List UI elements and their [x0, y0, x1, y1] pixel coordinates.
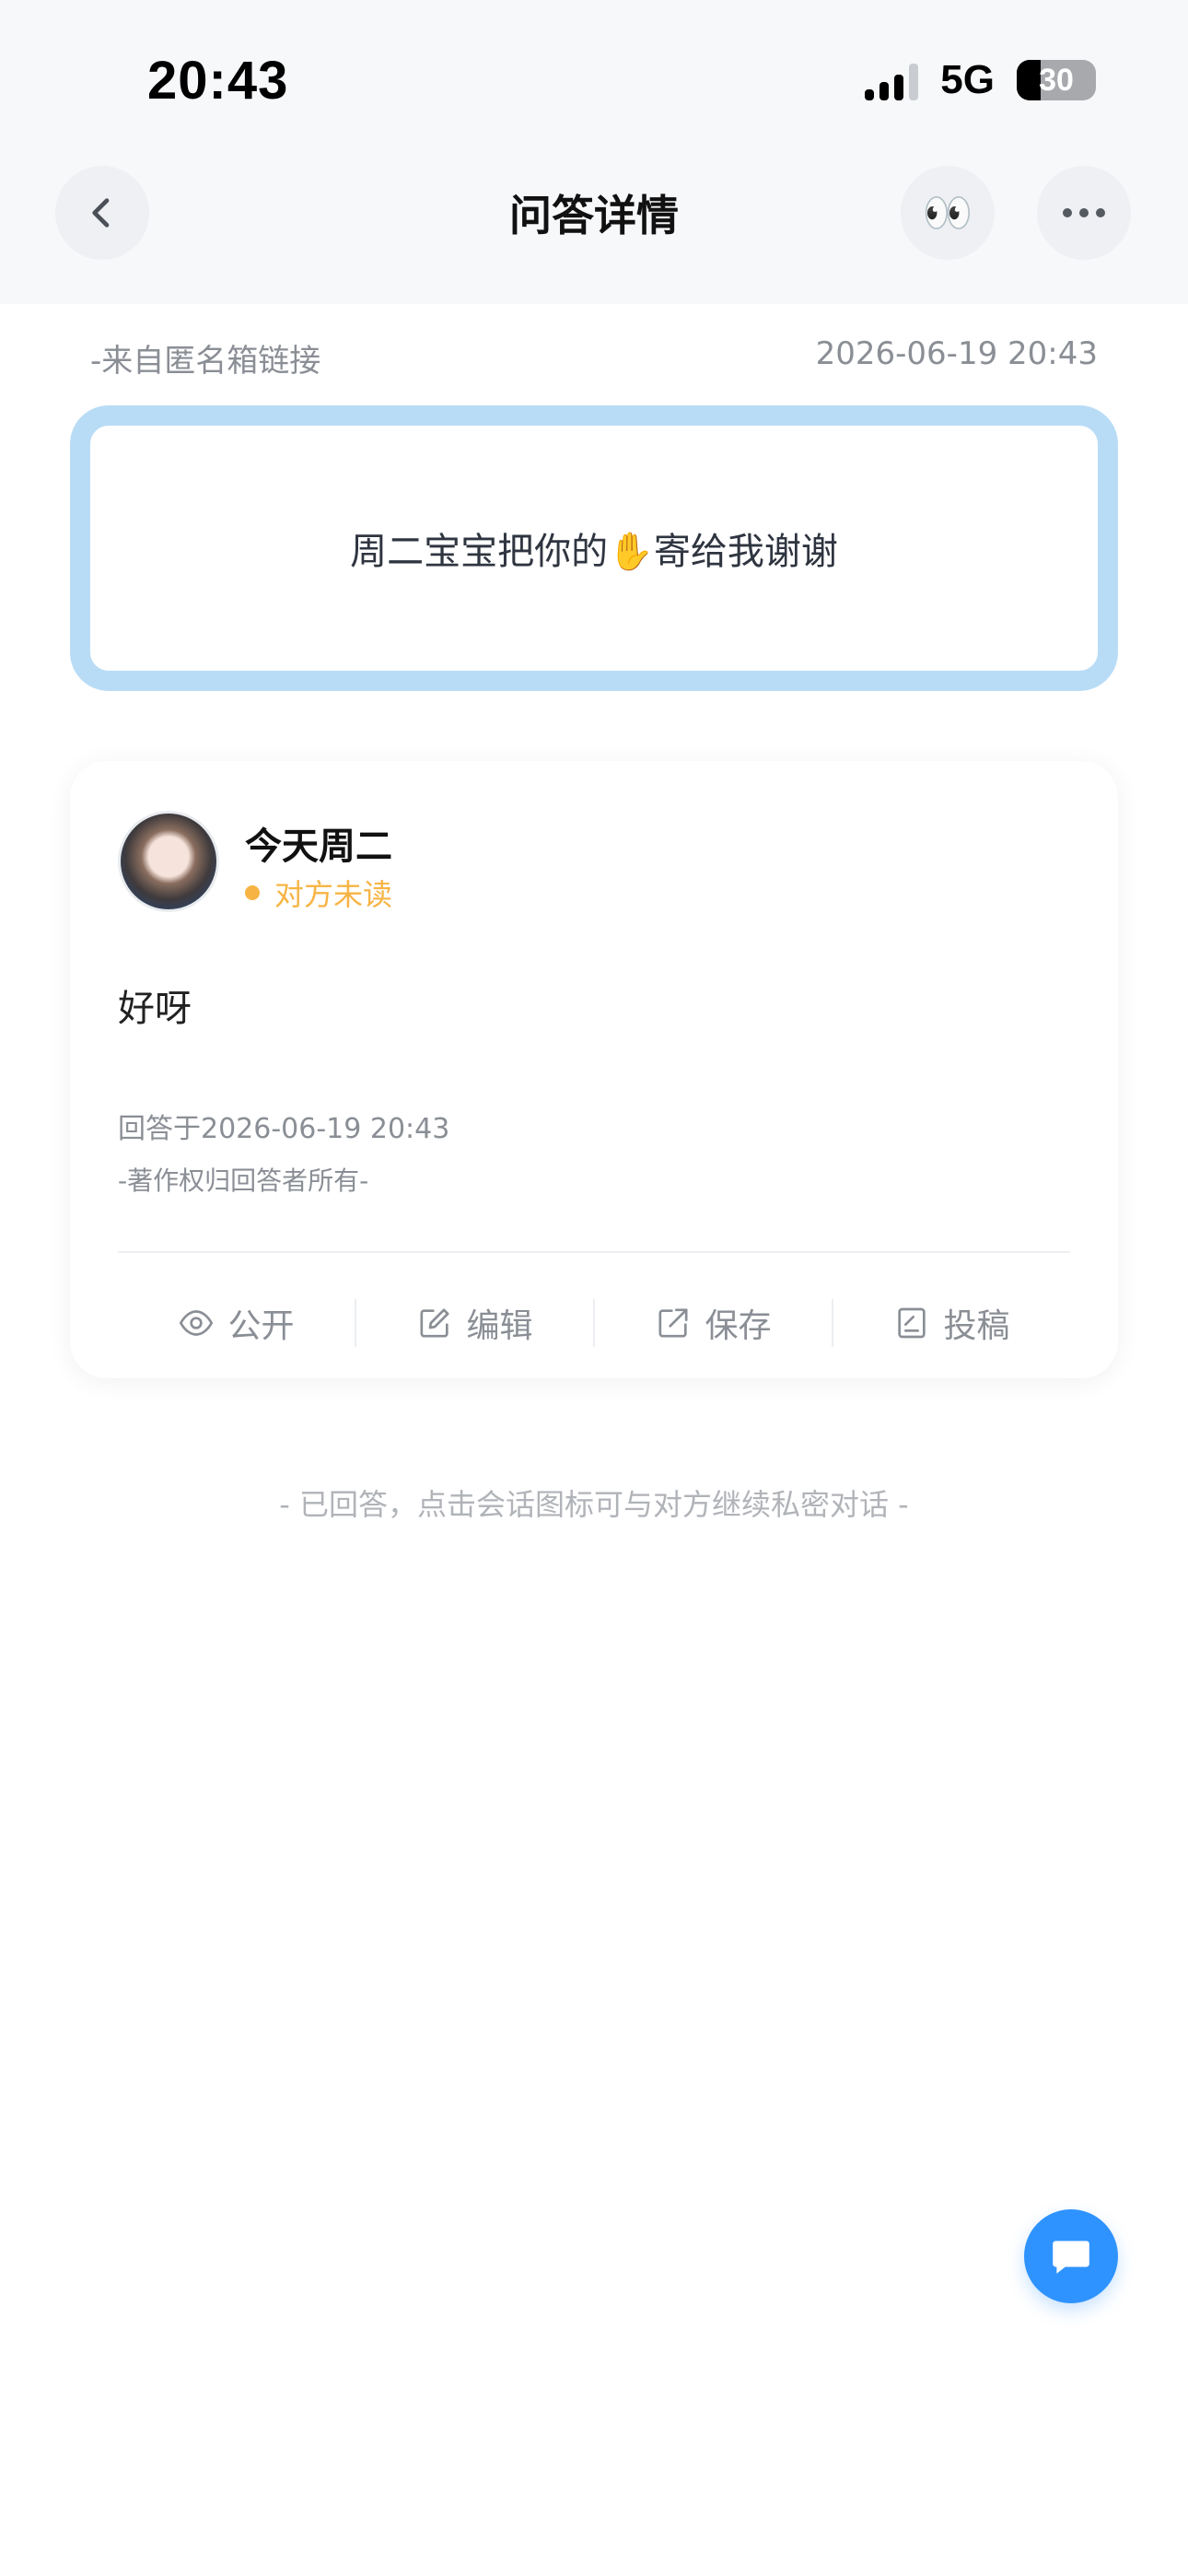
save-label: 保存 [705, 1307, 772, 1345]
public-label: 公开 [227, 1307, 295, 1345]
edit-button[interactable]: 编辑 [356, 1286, 593, 1360]
copyright-note: -著作权归回答者所有- [118, 1165, 369, 1196]
question-card: 周二宝宝把你的✋寄给我谢谢 [70, 405, 1118, 691]
read-status-text: 对方未读 [274, 877, 393, 912]
battery-level: 30 [1039, 62, 1074, 98]
battery-fill [1017, 60, 1041, 100]
save-button[interactable]: 保存 [595, 1286, 832, 1360]
public-button[interactable]: 公开 [118, 1286, 355, 1360]
submit-button[interactable]: 投稿 [833, 1286, 1070, 1360]
footer-hint: - 已回答，点击会话图标可与对方继续私密对话 - [279, 1487, 909, 1522]
action-bar: 公开 编辑 保存 投稿 [118, 1286, 1070, 1360]
eye-icon [180, 1310, 214, 1336]
signal-icon [865, 60, 919, 100]
share-icon [658, 1308, 688, 1338]
avatar[interactable] [118, 811, 219, 912]
page-title: 问答详情 [509, 191, 679, 240]
more-icon [1063, 208, 1105, 217]
more-button[interactable] [1037, 166, 1131, 260]
battery-icon: 30 [1017, 60, 1096, 100]
top-area: 20:43 5G 30 问答详情 👀 [0, 0, 1188, 304]
edit-icon [420, 1308, 449, 1338]
divider [118, 1251, 1070, 1253]
eyes-button[interactable]: 👀 [901, 166, 995, 260]
answer-date: 回答于2026-06-19 20:43 [118, 1113, 450, 1145]
status-indicators: 5G 30 [865, 57, 1096, 103]
answer-card: 今天周二 对方未读 好呀 回答于2026-06-19 20:43 -著作权归回答… [70, 761, 1118, 1378]
source-label: -来自匿名箱链接 [90, 343, 321, 380]
network-type: 5G [940, 57, 995, 102]
status-time: 20:43 [147, 51, 289, 111]
user-name: 今天周二 [245, 825, 392, 868]
chat-button[interactable] [1024, 2209, 1118, 2303]
status-dot-icon [245, 885, 260, 900]
answer-text: 好呀 [118, 988, 192, 1030]
edit-label: 编辑 [466, 1307, 533, 1345]
eyes-icon: 👀 [922, 190, 973, 237]
chat-icon [1053, 2241, 1089, 2274]
read-status-badge: 对方未读 [245, 872, 392, 914]
document-icon [898, 1307, 926, 1339]
question-text: 周二宝宝把你的✋寄给我谢谢 [350, 531, 838, 573]
question-time: 2026-06-19 20:43 [815, 335, 1098, 372]
submit-label: 投稿 [943, 1307, 1010, 1345]
